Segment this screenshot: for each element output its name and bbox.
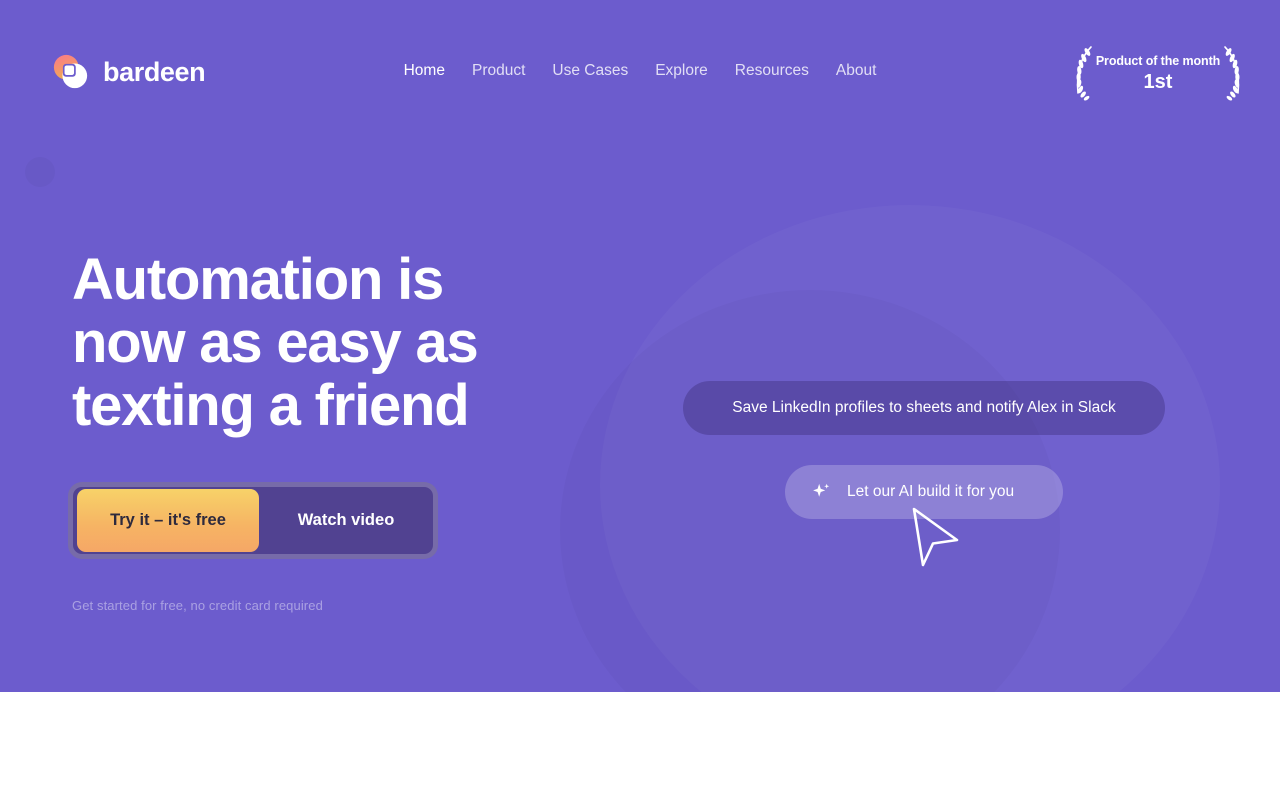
nav-item-home[interactable]: Home [404, 60, 445, 82]
hero-cta-group: Try it – it's free Watch video [68, 482, 438, 559]
hero-headline: Automation is now as easy as texting a f… [72, 248, 592, 437]
award-rank: 1st [1143, 70, 1173, 93]
page-root: bardeen Home Product Use Cases Explore R… [0, 0, 1280, 800]
automation-prompt-label: Save LinkedIn profiles to sheets and not… [732, 399, 1116, 416]
decorative-blob-large [600, 205, 1220, 692]
award-text: Product of the month 1st [1096, 53, 1220, 94]
decorative-blob-small [25, 157, 55, 187]
ai-build-label: Let our AI build it for you [847, 483, 1015, 500]
site-header: bardeen Home Product Use Cases Explore R… [0, 0, 1280, 144]
award-title: Product of the month [1095, 53, 1221, 68]
cookie-consent-banner: By clicking “Accept All Cookies”, you ag… [0, 692, 1280, 800]
cta-note: Get started for free, no credit card req… [72, 598, 323, 613]
brand-logo[interactable]: bardeen [52, 53, 206, 91]
nav-item-explore[interactable]: Explore [655, 60, 708, 82]
award-badge: Product of the month 1st [1076, 42, 1240, 104]
nav-item-product[interactable]: Product [472, 60, 525, 82]
bardeen-logo-icon [53, 54, 88, 89]
brand-name: bardeen [103, 56, 206, 87]
laurel-left-icon [1076, 46, 1092, 101]
hero-section: bardeen Home Product Use Cases Explore R… [0, 0, 1280, 692]
main-nav: Home Product Use Cases Explore Resources… [404, 60, 877, 82]
watch-video-button[interactable]: Watch video [259, 489, 433, 552]
nav-item-use-cases[interactable]: Use Cases [552, 60, 628, 82]
laurel-right-icon [1224, 46, 1240, 101]
nav-item-about[interactable]: About [836, 60, 877, 82]
nav-item-resources[interactable]: Resources [735, 60, 809, 82]
headline-line-1: Automation is [72, 247, 444, 312]
headline-line-3: texting a friend [72, 373, 470, 438]
sparkle-icon [813, 483, 830, 497]
automation-prompt-pill[interactable]: Save LinkedIn profiles to sheets and not… [683, 381, 1165, 435]
headline-line-2: now as easy as [72, 310, 479, 375]
ai-build-button[interactable]: Let our AI build it for you [785, 465, 1063, 519]
try-it-free-button[interactable]: Try it – it's free [77, 489, 259, 552]
